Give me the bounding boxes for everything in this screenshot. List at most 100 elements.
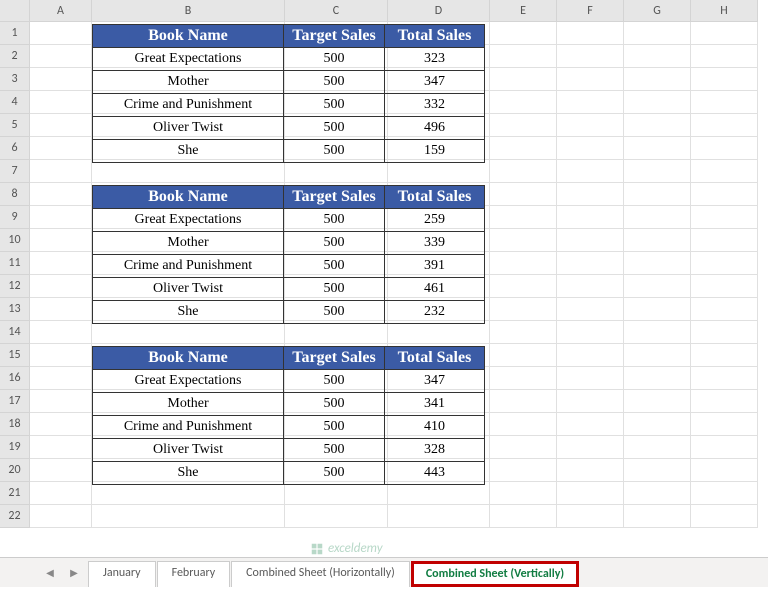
cell-H21[interactable] [691,482,758,505]
cell-G11[interactable] [624,252,691,275]
row-header-12[interactable]: 12 [0,275,30,298]
cell-G22[interactable] [624,505,691,528]
cell-H13[interactable] [691,298,758,321]
cell-F20[interactable] [557,459,624,482]
cell-F4[interactable] [557,91,624,114]
row-header-18[interactable]: 18 [0,413,30,436]
row-header-22[interactable]: 22 [0,505,30,528]
cell-H1[interactable] [691,22,758,45]
row-header-8[interactable]: 8 [0,183,30,206]
cell-E8[interactable] [490,183,557,206]
table-header[interactable]: Total Sales [385,347,485,370]
cell-G3[interactable] [624,68,691,91]
table-cell[interactable]: Crime and Punishment [93,94,284,117]
table-cell[interactable]: Great Expectations [93,209,284,232]
table-cell[interactable]: Crime and Punishment [93,416,284,439]
cell-A2[interactable] [30,45,92,68]
cell-D21[interactable] [388,482,490,505]
cell-G7[interactable] [624,160,691,183]
cell-B14[interactable] [92,321,285,344]
row-header-6[interactable]: 6 [0,137,30,160]
cell-G17[interactable] [624,390,691,413]
cell-F3[interactable] [557,68,624,91]
cell-C22[interactable] [285,505,388,528]
table-cell[interactable]: Crime and Punishment [93,255,284,278]
table-cell[interactable]: 339 [385,232,485,255]
cell-A8[interactable] [30,183,92,206]
row-header-21[interactable]: 21 [0,482,30,505]
cell-E13[interactable] [490,298,557,321]
cell-E15[interactable] [490,344,557,367]
cell-F8[interactable] [557,183,624,206]
cell-G14[interactable] [624,321,691,344]
cell-C7[interactable] [285,160,388,183]
cell-F11[interactable] [557,252,624,275]
cell-H11[interactable] [691,252,758,275]
cell-G2[interactable] [624,45,691,68]
cell-H17[interactable] [691,390,758,413]
table-cell[interactable]: 500 [284,439,385,462]
cell-G8[interactable] [624,183,691,206]
cell-E22[interactable] [490,505,557,528]
sheet-tab[interactable]: Combined Sheet (Horizontally) [231,561,410,587]
table-header[interactable]: Target Sales [284,186,385,209]
table-cell[interactable]: 500 [284,71,385,94]
table-header[interactable]: Total Sales [385,186,485,209]
cell-D22[interactable] [388,505,490,528]
cell-A3[interactable] [30,68,92,91]
cell-H8[interactable] [691,183,758,206]
cell-A5[interactable] [30,114,92,137]
cell-F14[interactable] [557,321,624,344]
cell-B21[interactable] [92,482,285,505]
cell-F17[interactable] [557,390,624,413]
cell-A21[interactable] [30,482,92,505]
table-cell[interactable]: 500 [284,255,385,278]
cell-H18[interactable] [691,413,758,436]
table-cell[interactable]: 461 [385,278,485,301]
table-header[interactable]: Book Name [93,25,284,48]
table-cell[interactable]: 159 [385,140,485,163]
table-cell[interactable]: 341 [385,393,485,416]
row-header-9[interactable]: 9 [0,206,30,229]
cell-A13[interactable] [30,298,92,321]
col-header-A[interactable]: A [30,0,92,22]
cell-F1[interactable] [557,22,624,45]
table-cell[interactable]: 500 [284,370,385,393]
row-header-10[interactable]: 10 [0,229,30,252]
cell-E21[interactable] [490,482,557,505]
row-header-1[interactable]: 1 [0,22,30,45]
table-cell[interactable]: 500 [284,462,385,485]
cell-H20[interactable] [691,459,758,482]
cell-A20[interactable] [30,459,92,482]
cell-A1[interactable] [30,22,92,45]
table-cell[interactable]: 391 [385,255,485,278]
cell-F9[interactable] [557,206,624,229]
row-header-7[interactable]: 7 [0,160,30,183]
cell-G19[interactable] [624,436,691,459]
table-cell[interactable]: 259 [385,209,485,232]
cell-F22[interactable] [557,505,624,528]
sheet-tab[interactable]: Combined Sheet (Vertically) [411,561,579,587]
cell-F10[interactable] [557,229,624,252]
cell-E9[interactable] [490,206,557,229]
table-cell[interactable]: Mother [93,393,284,416]
table-cell[interactable]: 500 [284,278,385,301]
table-cell[interactable]: Great Expectations [93,370,284,393]
table-cell[interactable]: 347 [385,71,485,94]
table-cell[interactable]: She [93,301,284,324]
col-header-F[interactable]: F [557,0,624,22]
col-header-H[interactable]: H [691,0,758,22]
cell-E4[interactable] [490,91,557,114]
table-header[interactable]: Book Name [93,186,284,209]
row-header-14[interactable]: 14 [0,321,30,344]
cell-F2[interactable] [557,45,624,68]
cell-A4[interactable] [30,91,92,114]
cell-F13[interactable] [557,298,624,321]
row-header-20[interactable]: 20 [0,459,30,482]
cell-E16[interactable] [490,367,557,390]
cell-E2[interactable] [490,45,557,68]
col-header-D[interactable]: D [388,0,490,22]
col-header-C[interactable]: C [285,0,388,22]
cell-H14[interactable] [691,321,758,344]
row-header-17[interactable]: 17 [0,390,30,413]
